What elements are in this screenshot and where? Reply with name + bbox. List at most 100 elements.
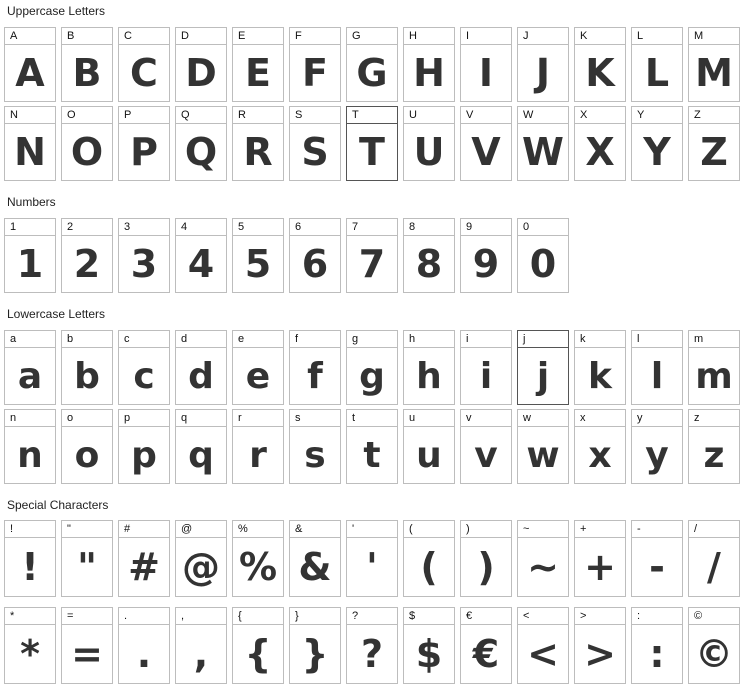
glyph-cell[interactable]: ll xyxy=(631,330,683,405)
glyph-cell[interactable]: kk xyxy=(574,330,626,405)
glyph-cell[interactable]: " " xyxy=(61,520,113,597)
glyph-cell[interactable]: PP xyxy=(118,106,170,181)
glyph-cell[interactable]: VV xyxy=(460,106,512,181)
glyph-cell[interactable]: rr xyxy=(232,409,284,484)
glyph-label: W xyxy=(518,107,568,124)
glyph-cell[interactable]: dd xyxy=(175,330,227,405)
glyph-cell[interactable]: tt xyxy=(346,409,398,484)
glyph-cell[interactable]: ee xyxy=(232,330,284,405)
glyph-label: g xyxy=(347,331,397,348)
glyph-cell[interactable]: 11 xyxy=(4,218,56,293)
glyph-preview: 3 xyxy=(130,242,158,286)
glyph-cell[interactable]: JJ xyxy=(517,27,569,102)
glyph-cell[interactable]: ss xyxy=(289,409,341,484)
glyph-cell[interactable]: SS xyxy=(289,106,341,181)
glyph-cell[interactable]: MM xyxy=(688,27,740,102)
glyph-cell[interactable]: gg xyxy=(346,330,398,405)
glyph-cell[interactable]: > > xyxy=(574,607,626,684)
glyph-cell[interactable]: DD xyxy=(175,27,227,102)
glyph-cell[interactable]: pp xyxy=(118,409,170,484)
glyph-cell[interactable]: jj xyxy=(517,330,569,405)
glyph-cell[interactable]: %% xyxy=(232,520,284,597)
glyph-cell[interactable]: ' ' xyxy=(346,520,398,597)
glyph-cell[interactable]: LL xyxy=(631,27,683,102)
glyph-cell[interactable]: )) xyxy=(460,520,512,597)
glyph-label: I xyxy=(461,28,511,45)
glyph-cell[interactable]: ZZ xyxy=(688,106,740,181)
glyph-cell[interactable]: AA xyxy=(4,27,56,102)
glyph-cell[interactable]: CC xyxy=(118,27,170,102)
glyph-cell[interactable]: ?? xyxy=(346,607,398,684)
glyph-cell[interactable]: € € xyxy=(460,607,512,684)
glyph-cell[interactable]: © © xyxy=(688,607,740,684)
glyph-cell[interactable]: 88 xyxy=(403,218,455,293)
glyph-cell[interactable]: 44 xyxy=(175,218,227,293)
glyph-cell[interactable]: TT xyxy=(346,106,398,181)
glyph-cell[interactable]: :: xyxy=(631,607,683,684)
glyph-label: X xyxy=(575,107,625,124)
glyph-cell[interactable]: oo xyxy=(61,409,113,484)
glyph-cell[interactable]: KK xyxy=(574,27,626,102)
glyph-cell[interactable]: II xyxy=(460,27,512,102)
glyph-cell[interactable]: }} xyxy=(289,607,341,684)
glyph-cell[interactable]: .. xyxy=(118,607,170,684)
glyph-cell[interactable]: vv xyxy=(460,409,512,484)
glyph-cell[interactable]: UU xyxy=(403,106,455,181)
glyph-cell[interactable]: $ $ xyxy=(403,607,455,684)
glyph-cell[interactable]: (( xyxy=(403,520,455,597)
glyph-preview: x xyxy=(588,434,612,476)
glyph-cell[interactable]: XX xyxy=(574,106,626,181)
glyph-cell[interactable]: RR xyxy=(232,106,284,181)
glyph-cell[interactable]: YY xyxy=(631,106,683,181)
glyph-cell[interactable]: 99 xyxy=(460,218,512,293)
glyph-cell[interactable]: GG xyxy=(346,27,398,102)
glyph-cell[interactable]: hh xyxy=(403,330,455,405)
glyph-cell[interactable]: WW xyxy=(517,106,569,181)
glyph-preview: D xyxy=(185,51,217,95)
glyph-cell[interactable]: + + xyxy=(574,520,626,597)
glyph-cell[interactable]: xx xyxy=(574,409,626,484)
glyph-cell[interactable]: -- xyxy=(631,520,683,597)
glyph-cell[interactable]: = = xyxy=(61,607,113,684)
glyph-preview: b xyxy=(74,355,100,397)
glyph-cell[interactable]: ~ ~ xyxy=(517,520,569,597)
glyph-cell[interactable]: # # xyxy=(118,520,170,597)
glyph-preview: 7 xyxy=(358,242,386,286)
glyph-cell[interactable]: cc xyxy=(118,330,170,405)
glyph-cell[interactable]: NN xyxy=(4,106,56,181)
glyph-cell[interactable]: BB xyxy=(61,27,113,102)
glyph-cell[interactable]: {{ xyxy=(232,607,284,684)
glyph-preview: G xyxy=(356,51,388,95)
glyph-cell[interactable]: / / xyxy=(688,520,740,597)
glyph-cell[interactable]: ii xyxy=(460,330,512,405)
glyph-cell[interactable]: zz xyxy=(688,409,740,484)
glyph-cell[interactable]: @ @ xyxy=(175,520,227,597)
glyph-cell[interactable]: OO xyxy=(61,106,113,181)
glyph-cell[interactable]: 00 xyxy=(517,218,569,293)
glyph-cell[interactable]: !! xyxy=(4,520,56,597)
glyph-cell[interactable]: ww xyxy=(517,409,569,484)
glyph-cell[interactable]: 77 xyxy=(346,218,398,293)
glyph-cell[interactable]: aa xyxy=(4,330,56,405)
glyph-preview: o xyxy=(74,434,100,476)
glyph-cell[interactable]: & & xyxy=(289,520,341,597)
glyph-cell[interactable]: nn xyxy=(4,409,56,484)
glyph-cell[interactable]: bb xyxy=(61,330,113,405)
glyph-cell[interactable]: ff xyxy=(289,330,341,405)
glyph-cell[interactable]: EE xyxy=(232,27,284,102)
glyph-label: 6 xyxy=(290,219,340,236)
glyph-cell[interactable]: < < xyxy=(517,607,569,684)
glyph-cell[interactable]: 33 xyxy=(118,218,170,293)
glyph-cell[interactable]: yy xyxy=(631,409,683,484)
glyph-cell[interactable]: 22 xyxy=(61,218,113,293)
glyph-cell[interactable]: qq xyxy=(175,409,227,484)
glyph-cell[interactable]: HH xyxy=(403,27,455,102)
glyph-cell[interactable]: * * xyxy=(4,607,56,684)
glyph-cell[interactable]: ,, xyxy=(175,607,227,684)
glyph-cell[interactable]: mm xyxy=(688,330,740,405)
glyph-cell[interactable]: QQ xyxy=(175,106,227,181)
glyph-cell[interactable]: 66 xyxy=(289,218,341,293)
glyph-cell[interactable]: 55 xyxy=(232,218,284,293)
glyph-cell[interactable]: FF xyxy=(289,27,341,102)
glyph-cell[interactable]: uu xyxy=(403,409,455,484)
